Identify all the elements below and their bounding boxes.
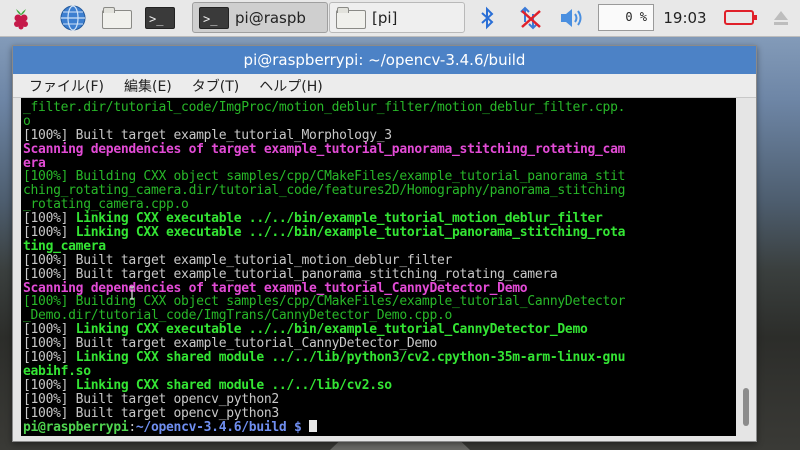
network-disconnected-icon	[520, 6, 541, 30]
terminal-line: _rotating_camera.cpp.o	[23, 197, 189, 213]
speaker-icon	[561, 9, 582, 27]
menu-help[interactable]: ヘルプ(H)	[259, 76, 322, 96]
file-manager-launcher[interactable]	[100, 3, 134, 33]
battery-icon[interactable]	[724, 10, 757, 25]
taskbar-item-label: pi@raspb	[235, 8, 306, 27]
terminal-icon: >_	[199, 6, 229, 29]
terminal-line: [100%] Linking CXX shared module ../../l…	[23, 350, 626, 366]
terminal-window: pi@raspberrypi: ~/opencv-3.4.6/build ファイ…	[12, 45, 757, 442]
prompt-user: pi@raspberrypi	[23, 420, 129, 436]
eject-icon	[774, 11, 788, 25]
menu-bar: ファイル(F) 編集(E) タブ(T) ヘルプ(H)	[13, 74, 756, 98]
taskbar-item-label: [pi]	[372, 8, 398, 27]
cpu-monitor[interactable]: 0 %	[598, 4, 654, 31]
menu-edit[interactable]: 編集(E)	[124, 76, 172, 96]
terminal-lines: _filter.dir/tutorial_code/ImgProc/motion…	[21, 98, 736, 436]
taskbar-item-terminal[interactable]: >_ pi@raspb	[192, 2, 328, 33]
folder-icon	[102, 7, 132, 29]
terminal-line: [100%] Building CXX object samples/cpp/C…	[23, 169, 626, 185]
terminal-launcher[interactable]: >_	[143, 3, 177, 33]
terminal-line: [100%] Built target example_tutorial_mot…	[23, 252, 453, 268]
terminal-line: [100%] Built target opencv_python3	[23, 405, 279, 421]
network-button[interactable]	[516, 3, 546, 33]
globe-icon	[60, 5, 86, 31]
terminal-line: [100%] Linking CXX executable ../../bin/…	[23, 225, 626, 241]
volume-button[interactable]	[557, 3, 587, 33]
menu-file[interactable]: ファイル(F)	[29, 76, 104, 96]
terminal-line: o	[23, 113, 31, 129]
text-cursor-icon	[130, 286, 134, 300]
terminal-line: [100%] Built target opencv_python2	[23, 391, 279, 407]
bluetooth-button[interactable]	[476, 3, 498, 33]
top-panel: >_ >_ pi@raspb [pi] 0 % 19:03	[0, 0, 800, 37]
bluetooth-icon	[481, 6, 494, 30]
terminal-line: eabihf.so	[23, 363, 91, 379]
terminal-line: era	[23, 155, 46, 171]
taskbar-item-file-manager[interactable]: [pi]	[329, 2, 465, 33]
terminal-line: [100%] Linking CXX shared module ../../l…	[23, 377, 392, 393]
terminal-line: _Demo.dir/tutorial_code/ImgTrans/CannyDe…	[23, 308, 453, 324]
web-browser-launcher[interactable]	[56, 3, 90, 33]
raspberry-icon	[14, 9, 28, 30]
terminal-cursor	[309, 420, 318, 433]
folder-icon	[336, 6, 366, 29]
terminal-icon: >_	[145, 7, 175, 29]
terminal-line: [100%] Built target example_tutorial_Mor…	[23, 127, 392, 143]
eject-button[interactable]	[773, 9, 789, 27]
menu-tabs[interactable]: タブ(T)	[192, 76, 239, 96]
terminal-output[interactable]: _filter.dir/tutorial_code/ImgProc/motion…	[21, 98, 736, 436]
shell-prompt[interactable]: pi@raspberrypi:~/opencv-3.4.6/build $	[23, 420, 736, 436]
scrollbar-thumb[interactable]	[743, 388, 749, 426]
prompt-path: ~/opencv-3.4.6/build $	[135, 420, 310, 436]
terminal-line: ching_rotating_camera.dir/tutorial_code/…	[23, 183, 626, 199]
terminal-line: [100%] Built target example_tutorial_pan…	[23, 266, 558, 282]
terminal-line: Scanning dependencies of target example_…	[23, 141, 626, 157]
terminal-line: [100%] Linking CXX executable ../../bin/…	[23, 322, 588, 338]
window-title[interactable]: pi@raspberrypi: ~/opencv-3.4.6/build	[13, 46, 756, 74]
clock[interactable]: 19:03	[660, 0, 710, 36]
scrollbar[interactable]	[740, 98, 752, 436]
terminal-line: ting_camera	[23, 238, 106, 254]
terminal-line: _filter.dir/tutorial_code/ImgProc/motion…	[23, 100, 626, 115]
prompt-separator: :	[128, 420, 136, 436]
terminal-line: [100%] Linking CXX executable ../../bin/…	[23, 211, 603, 227]
terminal-line: [100%] Built target example_tutorial_Can…	[23, 336, 437, 352]
raspberry-menu-button[interactable]	[4, 3, 38, 33]
